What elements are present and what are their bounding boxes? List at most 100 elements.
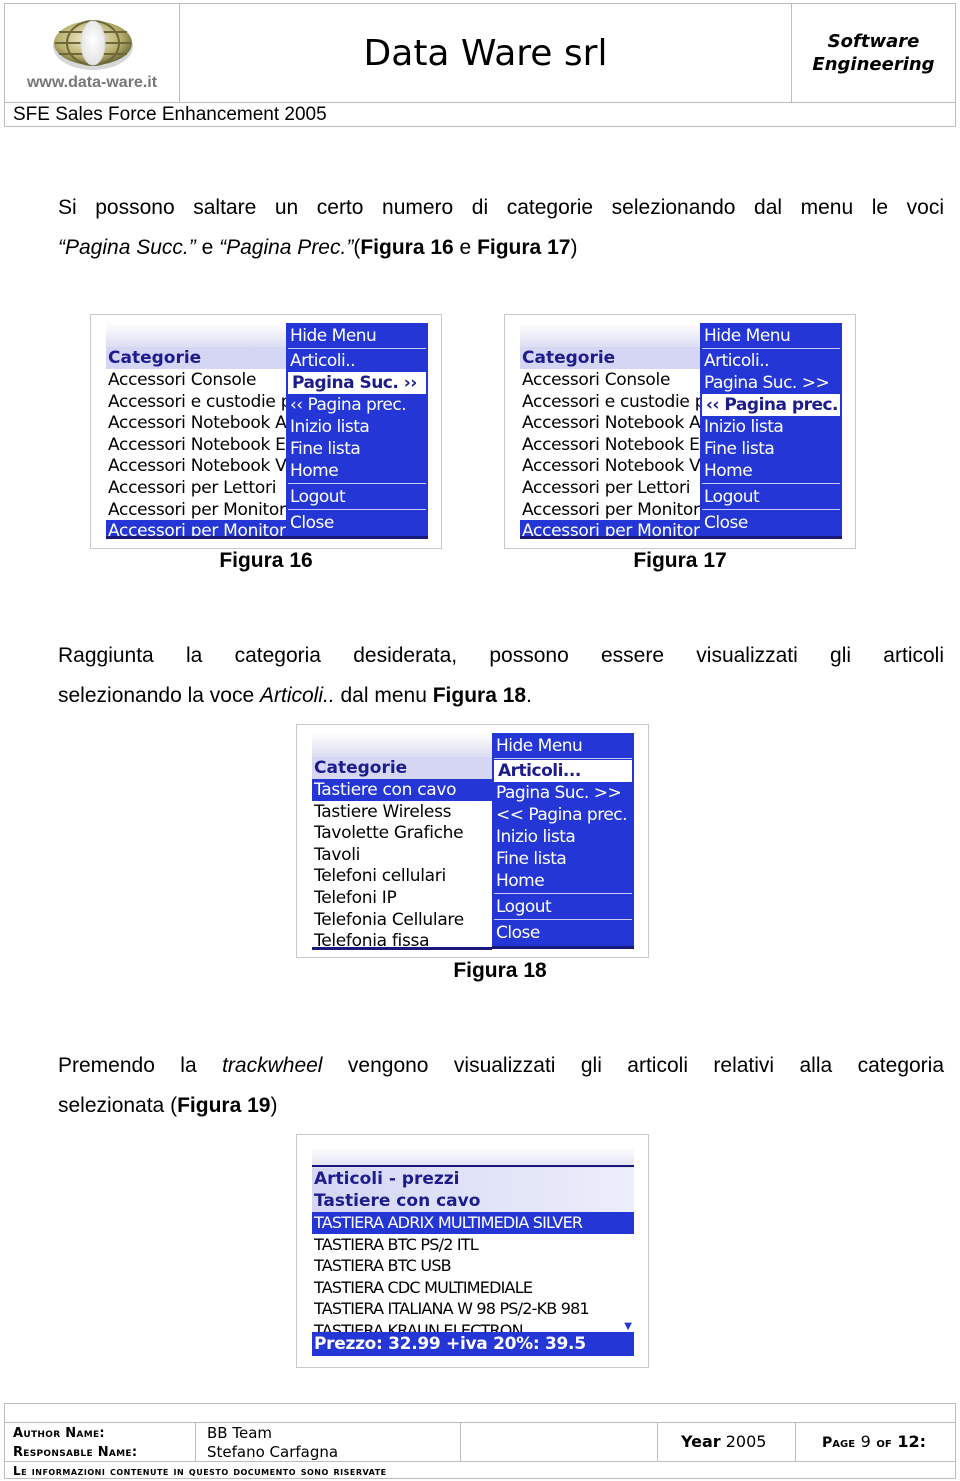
footer-top-row bbox=[5, 1404, 955, 1423]
ref-figura-17: Figura 17 bbox=[477, 236, 571, 259]
paragraph-1-line-2: “Pagina Succ.” e “Pagina Prec.”(Figura 1… bbox=[58, 228, 944, 268]
category-list-item[interactable]: Accessori Notebook V bbox=[106, 455, 287, 477]
menu-bottom-border bbox=[700, 536, 842, 539]
menu-bottom-border bbox=[286, 536, 428, 539]
menu-item[interactable]: Fine lista bbox=[492, 848, 634, 870]
list-title: Categorie bbox=[312, 757, 492, 779]
menu-item[interactable]: Inizio lista bbox=[700, 416, 842, 438]
header-top-row: www.data-ware.it Data Ware srl Software … bbox=[5, 4, 955, 103]
tagline-line2: Engineering bbox=[812, 54, 935, 75]
category-list-item[interactable]: Tastiere Wireless bbox=[312, 801, 492, 823]
screen-bottom-border bbox=[106, 536, 286, 539]
category-list-item[interactable]: Telefonia Cellulare bbox=[312, 909, 492, 931]
author-value: BB Team bbox=[207, 1424, 272, 1442]
menu-item[interactable]: Logout bbox=[286, 486, 428, 508]
category-list-item[interactable]: Accessori Console bbox=[520, 369, 700, 391]
menu-separator bbox=[288, 509, 426, 510]
company-name: Data Ware srl bbox=[363, 32, 608, 74]
menu-item[interactable]: Pagina Suc. >> bbox=[492, 782, 634, 804]
category-list-item[interactable]: Accessori Notebook E bbox=[520, 434, 700, 456]
figure-17-screenshot: Categorie Accessori Console Accessori e cu… bbox=[520, 323, 842, 539]
text-pre: selezionando la voce bbox=[58, 684, 260, 707]
page-current: 9 bbox=[860, 1432, 871, 1451]
screen-bottom-border bbox=[312, 947, 492, 950]
article-list-item[interactable]: TASTIERA ITALIANA W 98 PS/2-KB 981 bbox=[312, 1298, 634, 1320]
list-title: Articoli - prezzi bbox=[312, 1168, 634, 1190]
menu-item[interactable]: Pagina Suc. ›› bbox=[288, 372, 426, 394]
year-label: Year bbox=[681, 1432, 721, 1451]
menu-separator bbox=[288, 483, 426, 484]
category-list-item[interactable]: Accessori Notebook A bbox=[106, 412, 287, 434]
category-list-item[interactable]: Accessori Notebook A bbox=[520, 412, 701, 434]
category-list-item[interactable]: Accessori per Lettori bbox=[106, 477, 286, 499]
menu-separator bbox=[702, 483, 840, 484]
menu-item[interactable]: Home bbox=[492, 870, 634, 892]
article-list-item[interactable]: TASTIERA ADRIX MULTIMEDIA SILVER bbox=[312, 1212, 634, 1234]
figure-16-frame: Categorie Accessori Console Accessori e cu… bbox=[90, 314, 442, 549]
menu-item[interactable]: Fine lista bbox=[700, 438, 842, 460]
menu-item[interactable]: Pagina Suc. >> bbox=[700, 372, 842, 394]
category-list-item[interactable]: Accessori Console bbox=[106, 369, 286, 391]
menu-item[interactable]: Close bbox=[492, 922, 634, 944]
category-list-item[interactable]: Accessori per Monitor bbox=[106, 499, 286, 521]
category-list-item[interactable]: Tavoli bbox=[312, 844, 492, 866]
price-bar: Prezzo: 32.99 +iva 20%: 39.5 bbox=[312, 1332, 634, 1356]
menu-item[interactable]: Logout bbox=[700, 486, 842, 508]
menu-item[interactable]: Home bbox=[286, 460, 428, 482]
menu-separator bbox=[702, 509, 840, 510]
text-mid: dal menu bbox=[334, 684, 433, 707]
menu-item[interactable]: Inizio lista bbox=[492, 826, 634, 848]
category-list-item[interactable]: Accessori per Lettori bbox=[520, 477, 700, 499]
menu-item[interactable]: ‹‹ Pagina prec. bbox=[286, 394, 428, 416]
context-menu: Hide Menu Articoli... Pagina Suc. >> << Pag… bbox=[492, 733, 634, 949]
figure-16-caption: Figura 16 bbox=[219, 549, 313, 572]
term-trackwheel: trackwheel bbox=[222, 1054, 323, 1077]
category-list-item[interactable]: Telefoni cellulari bbox=[312, 865, 492, 887]
text-and: e bbox=[195, 236, 220, 259]
menu-item[interactable]: Logout bbox=[492, 896, 634, 918]
list-subtitle: Tastiere con cavo bbox=[312, 1190, 634, 1212]
menu-item[interactable]: ‹‹ Pagina prec. bbox=[702, 394, 840, 416]
menu-item[interactable]: Articoli.. bbox=[700, 350, 842, 372]
menu-separator bbox=[702, 348, 840, 349]
menu-item[interactable]: Hide Menu bbox=[492, 735, 634, 757]
figure-19-frame: Articoli - prezzi Tastiere con cavo TASTIE… bbox=[296, 1134, 649, 1368]
context-menu: Hide Menu Articoli.. Pagina Suc. >> ‹‹ Pagi… bbox=[700, 323, 842, 539]
article-list-item[interactable]: TASTIERA CDC MULTIMEDIALE bbox=[312, 1277, 634, 1299]
menu-item[interactable]: Articoli.. bbox=[286, 350, 428, 372]
menu-item[interactable]: << Pagina prec. bbox=[492, 804, 634, 826]
logo-url-text: www.data-ware.it bbox=[26, 74, 158, 91]
figure-18-frame: Categorie Tastiere con cavo Tastiere Wirel… bbox=[296, 724, 649, 958]
menu-item[interactable]: Close bbox=[700, 512, 842, 534]
menu-item[interactable]: Hide Menu bbox=[700, 325, 842, 347]
responsable-label: Responsable Name: bbox=[13, 1445, 138, 1460]
menu-bottom-border bbox=[492, 946, 634, 949]
screen-bottom-border bbox=[520, 536, 700, 539]
company-logo: www.data-ware.it bbox=[5, 4, 180, 102]
category-list-item[interactable]: Accessori e custodie p bbox=[520, 391, 706, 413]
category-list-item[interactable]: Telefoni IP bbox=[312, 887, 492, 909]
category-list-item[interactable]: Accessori Notebook E bbox=[106, 434, 286, 456]
menu-item[interactable]: Hide Menu bbox=[286, 325, 428, 347]
menu-item[interactable]: Inizio lista bbox=[286, 416, 428, 438]
category-list-item[interactable]: Accessori Notebook V bbox=[520, 455, 701, 477]
menu-separator bbox=[494, 758, 632, 759]
paren-close: ) bbox=[570, 236, 578, 259]
ref-figura-18: Figura 18 bbox=[432, 684, 527, 707]
category-list-item[interactable]: Tastiere con cavo bbox=[312, 779, 492, 801]
category-list-item[interactable]: Tavolette Grafiche bbox=[312, 822, 492, 844]
ref-figura-16: Figura 16 bbox=[360, 236, 454, 259]
footer-divider bbox=[657, 1422, 658, 1461]
category-list-item[interactable]: Accessori e custodie p bbox=[106, 391, 292, 413]
text-pre: selezionata ( bbox=[58, 1094, 178, 1117]
menu-item[interactable]: Articoli... bbox=[494, 760, 632, 782]
quote-pagina-prec: “Pagina Prec.” bbox=[219, 236, 354, 259]
article-list-item[interactable]: TASTIERA BTC USB bbox=[312, 1255, 634, 1277]
category-list-item[interactable]: Accessori per Monitor bbox=[520, 499, 700, 521]
page-total: 12: bbox=[897, 1432, 926, 1451]
menu-item[interactable]: Close bbox=[286, 512, 428, 534]
article-list-item[interactable]: TASTIERA BTC PS/2 ITL bbox=[312, 1234, 634, 1256]
menu-item[interactable]: Home bbox=[700, 460, 842, 482]
paragraph-3-line-2: selezionata (Figura 19) bbox=[58, 1086, 944, 1126]
menu-item[interactable]: Fine lista bbox=[286, 438, 428, 460]
